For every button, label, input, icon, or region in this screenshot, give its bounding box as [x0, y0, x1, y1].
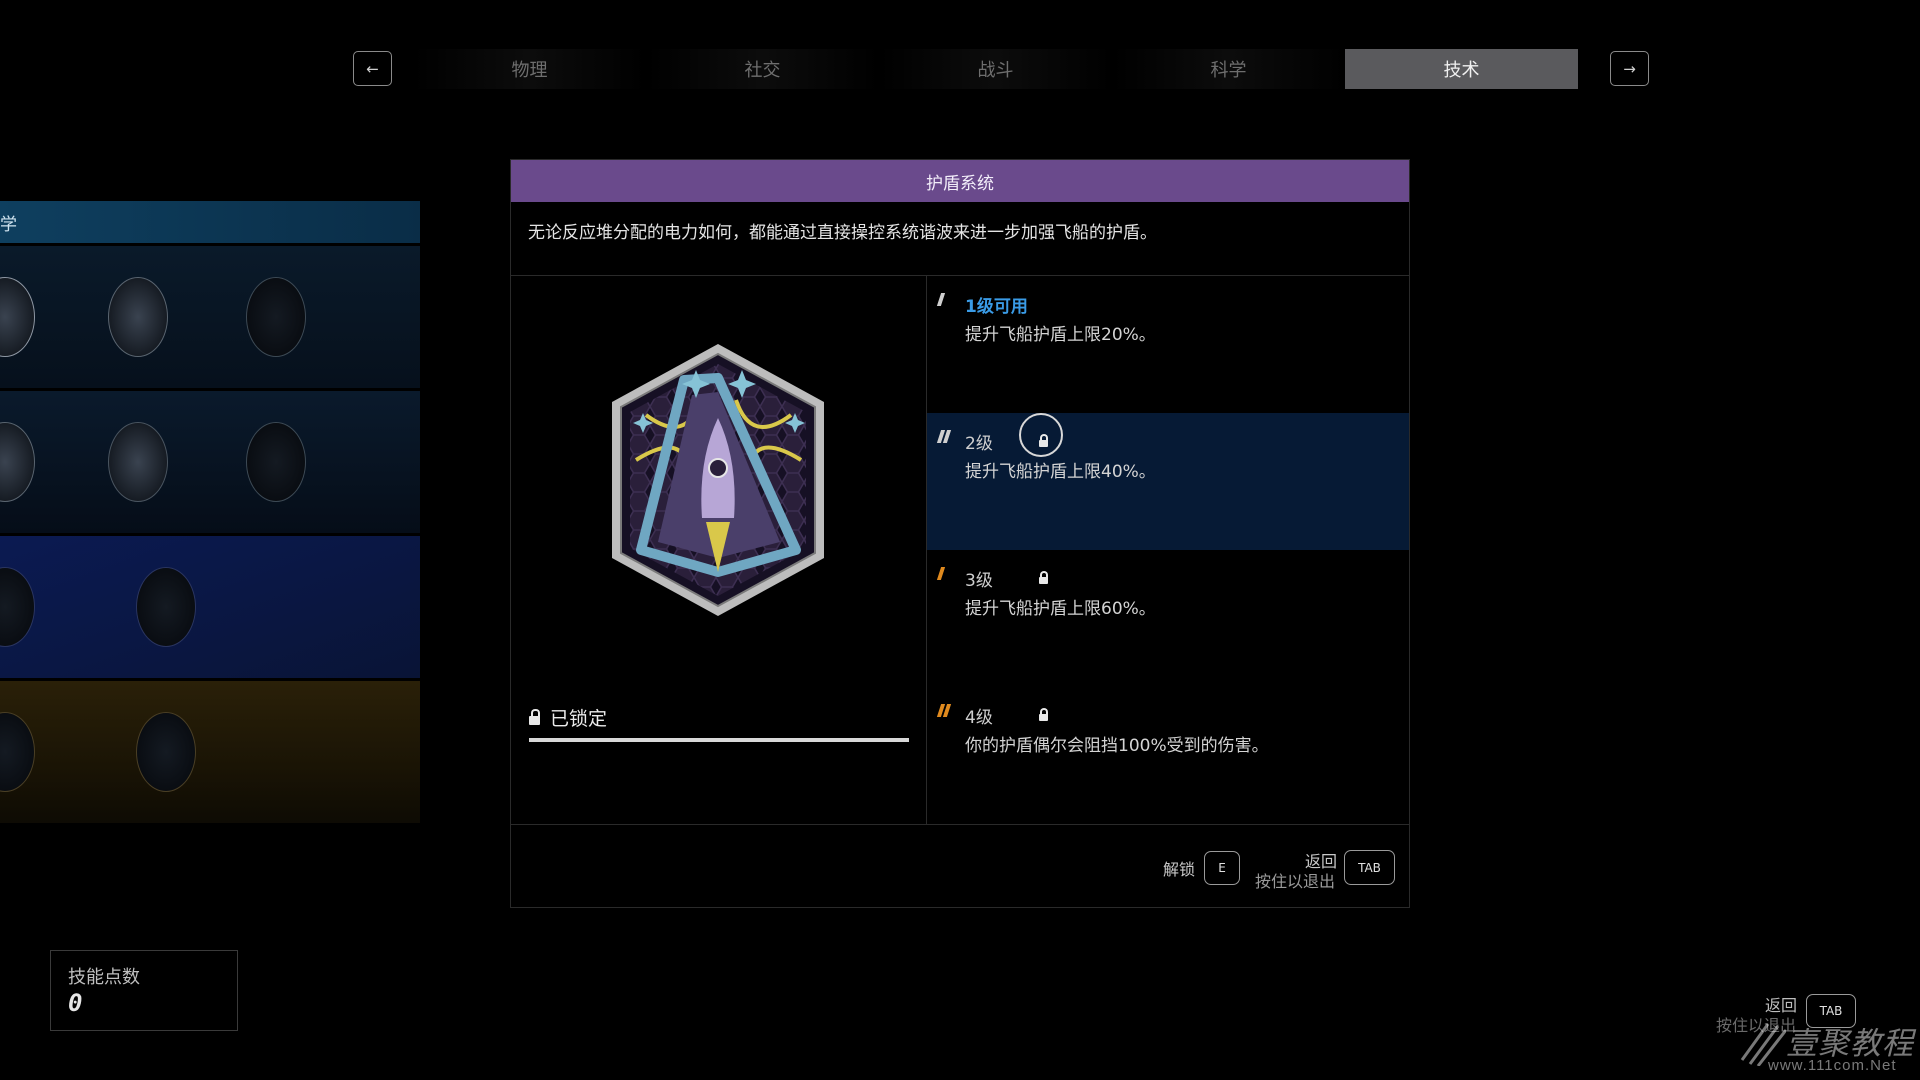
tree-tier-row: [0, 536, 420, 678]
rank-4-title: 4级: [965, 703, 1409, 728]
rank-3-title: 3级: [965, 566, 1409, 591]
skill-node[interactable]: [108, 422, 168, 502]
skill-node[interactable]: [0, 712, 35, 792]
rank-1-title: 1级可用: [965, 297, 1028, 317]
rank-pips-icon: [936, 704, 952, 717]
skill-description: 无论反应堆分配的电力如何，都能通过直接操控系统谐波来进一步加强飞船的护盾。: [511, 202, 1409, 276]
lock-icon: [1038, 570, 1048, 584]
skill-node[interactable]: [0, 567, 35, 647]
rank-3[interactable]: 3级 提升飞船护盾上限60%。: [927, 550, 1409, 687]
skill-points-box: 技能点数 0: [50, 950, 238, 1031]
rank-pips-icon: [936, 430, 952, 443]
skill-progress-fill: [529, 738, 909, 742]
prev-category-button[interactable]: ←: [353, 51, 392, 86]
shield-rocket-patch-icon: [612, 344, 824, 616]
cursor-ring-icon: [1019, 413, 1063, 457]
rank-4-description: 你的护盾偶尔会阻挡100%受到的伤害。: [965, 736, 1269, 756]
rank-3-description: 提升飞船护盾上限60%。: [965, 599, 1156, 619]
watermark-url: www.111com.Net: [1768, 1057, 1897, 1074]
lock-icon: [529, 709, 540, 725]
tab-social[interactable]: 社交: [646, 49, 879, 89]
skill-badge-area: 已锁定: [511, 276, 927, 824]
rank-1-description: 提升飞船护盾上限20%。: [965, 325, 1156, 345]
skill-node[interactable]: [246, 277, 306, 357]
rank-pip: [936, 567, 946, 580]
skill-node[interactable]: [0, 422, 35, 502]
skill-ranks: 1级可用 提升飞船护盾上限20%。 2级 提升飞船护盾上限40%。 3级 提升飞…: [927, 276, 1409, 824]
skill-points-label: 技能点数: [68, 967, 140, 988]
rank-2-description: 提升飞船护盾上限40%。: [965, 462, 1156, 482]
rank-pips-icon: [936, 293, 946, 306]
tree-tier-row: [0, 391, 420, 533]
rank-pips-icon: [936, 567, 946, 580]
next-category-button[interactable]: →: [1610, 51, 1649, 86]
unlock-hint-label: 解锁: [1163, 860, 1196, 879]
rank-2[interactable]: 2级 提升飞船护盾上限40%。: [927, 413, 1409, 550]
category-tabs: 物理 社交 战斗 科学 技术: [413, 49, 1578, 89]
arrow-right-icon: →: [1623, 59, 1636, 78]
lock-icon: [1038, 707, 1048, 721]
skill-progress-bar: [529, 738, 909, 742]
tab-physical[interactable]: 物理: [413, 49, 646, 89]
back-key-button[interactable]: TAB: [1344, 850, 1395, 885]
tab-combat[interactable]: 战斗: [879, 49, 1112, 89]
skill-title: 护盾系统: [511, 160, 1409, 202]
skill-tree: 学 +: [0, 201, 420, 823]
tree-tier-row: +: [0, 246, 420, 388]
tab-tech[interactable]: 技术: [1345, 49, 1578, 89]
skill-locked-status: 已锁定: [529, 704, 607, 731]
hold-exit-hint: 按住以退出: [1255, 872, 1336, 891]
skill-node[interactable]: +: [0, 277, 35, 357]
arrow-left-icon: ←: [366, 59, 379, 78]
tree-category-header: 学: [0, 201, 420, 243]
rank-pip: [936, 293, 946, 306]
skill-node[interactable]: [246, 422, 306, 502]
unlock-key-button[interactable]: E: [1204, 851, 1240, 885]
skill-points-value: 0: [68, 989, 83, 1017]
skill-node[interactable]: [136, 712, 196, 792]
skill-node[interactable]: [136, 567, 196, 647]
skill-node[interactable]: [108, 277, 168, 357]
rank-4[interactable]: 4级 你的护盾偶尔会阻挡100%受到的伤害。: [927, 687, 1409, 824]
panel-footer: 解锁 E 返回 按住以退出 TAB: [511, 825, 1409, 908]
tree-tier-row: [0, 681, 420, 823]
rank-1[interactable]: 1级可用 提升飞船护盾上限20%。: [927, 276, 1409, 413]
tab-science[interactable]: 科学: [1112, 49, 1345, 89]
skill-detail-panel: 护盾系统 无论反应堆分配的电力如何，都能通过直接操控系统谐波来进一步加强飞船的护…: [510, 159, 1410, 908]
